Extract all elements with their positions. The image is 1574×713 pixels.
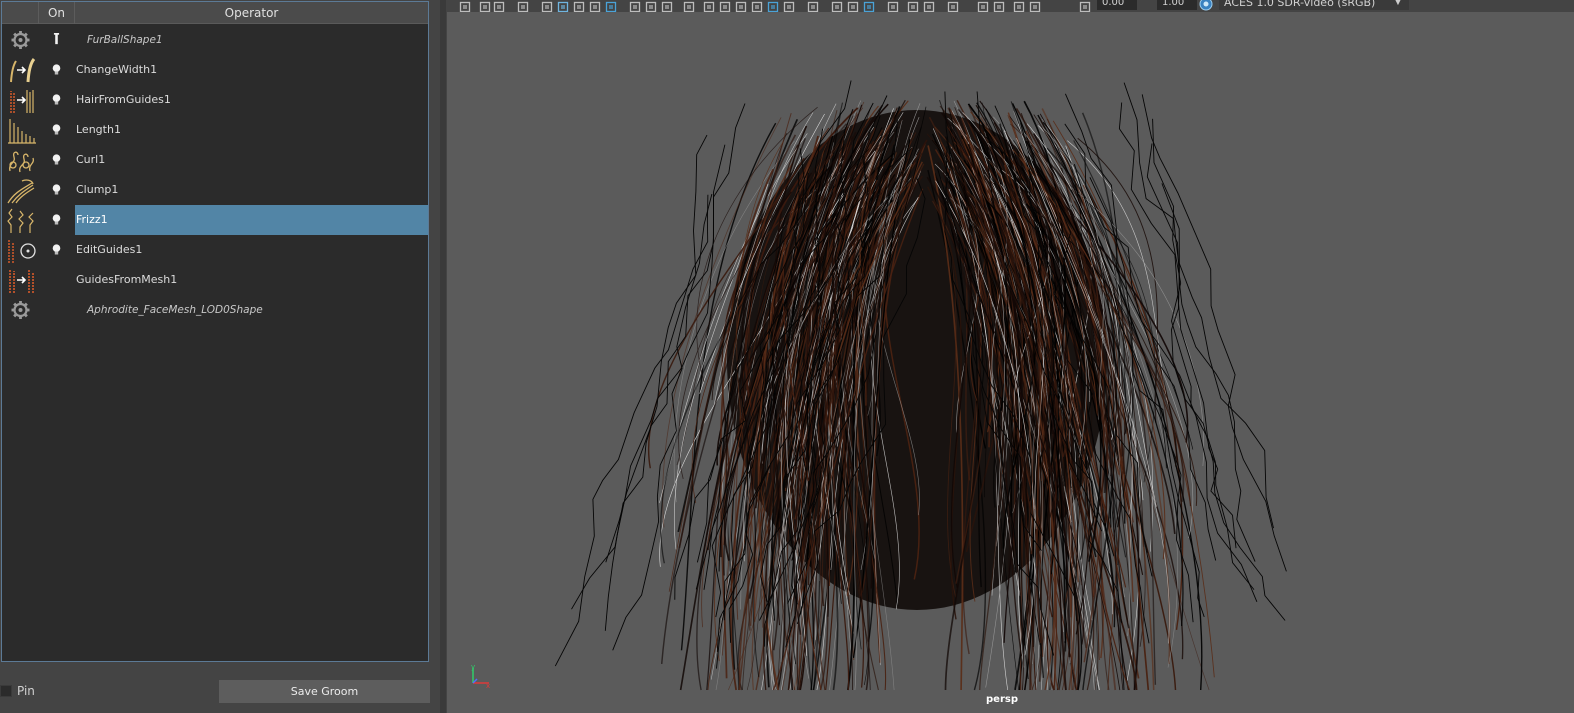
xray-icon[interactable] bbox=[807, 0, 819, 12]
pivot-icon[interactable] bbox=[589, 0, 601, 12]
snap-curve-icon[interactable] bbox=[573, 0, 585, 12]
curl-icon bbox=[2, 145, 39, 175]
chevron-down-icon[interactable]: ▼ bbox=[1389, 0, 1407, 10]
exposure-field[interactable]: 0.00 bbox=[1097, 0, 1137, 10]
gamma-icon[interactable] bbox=[1079, 0, 1091, 12]
operator-row[interactable]: Length1 bbox=[2, 115, 428, 145]
enabled-bulb-icon[interactable] bbox=[39, 175, 75, 205]
guides-from-mesh-icon bbox=[2, 265, 39, 295]
exposure-icon[interactable] bbox=[1029, 0, 1041, 12]
length-icon bbox=[2, 115, 39, 145]
lights-icon[interactable] bbox=[735, 0, 747, 12]
operator-label[interactable]: Aphrodite_FaceMesh_LOD0Shape bbox=[75, 295, 428, 325]
color-management-icon[interactable] bbox=[1199, 0, 1213, 11]
color-space-dropdown[interactable]: ACES 1.0 SDR-video (sRGB) bbox=[1219, 0, 1409, 10]
operator-label[interactable]: Length1 bbox=[75, 115, 428, 145]
operator-row[interactable]: EditGuides1 bbox=[2, 235, 428, 265]
pin-checkbox[interactable] bbox=[0, 685, 12, 697]
shadow-icon[interactable] bbox=[847, 0, 859, 12]
enabled-bulb-icon[interactable] bbox=[39, 205, 75, 235]
cube-shaded-icon[interactable] bbox=[767, 0, 779, 12]
axis-gizmo: y x bbox=[467, 663, 493, 693]
camera-icon[interactable] bbox=[459, 0, 471, 12]
gate-mask-icon[interactable] bbox=[993, 0, 1005, 12]
snap-icon[interactable] bbox=[557, 0, 569, 12]
aa-icon[interactable] bbox=[923, 0, 935, 12]
edit-guides-icon bbox=[2, 235, 39, 265]
hair-groom-render bbox=[554, 80, 1287, 691]
operator-list[interactable]: On Operator FurBallShape1 ChangeWidth1 Hai… bbox=[1, 1, 429, 662]
operator-label[interactable]: EditGuides1 bbox=[75, 235, 428, 265]
gamma-field[interactable]: 1.00 bbox=[1157, 0, 1197, 10]
isolate-icon[interactable] bbox=[887, 0, 899, 12]
operator-list-header: On Operator bbox=[2, 2, 428, 24]
save-groom-button[interactable]: Save Groom bbox=[219, 680, 430, 703]
enabled-bulb-icon[interactable] bbox=[39, 145, 75, 175]
operator-row[interactable]: Curl1 bbox=[2, 145, 428, 175]
viewport-toolbar: 0.00 1.00 ACES 1.0 SDR-video (sRGB) ▼ bbox=[447, 0, 1574, 12]
enabled-bulb-icon[interactable] bbox=[39, 235, 75, 265]
safe-area-icon[interactable] bbox=[661, 0, 673, 12]
operator-label[interactable]: FurBallShape1 bbox=[75, 25, 428, 55]
enabled-bulb-icon[interactable] bbox=[39, 85, 75, 115]
operator-row[interactable]: Frizz1 bbox=[2, 205, 428, 235]
operator-row[interactable]: ChangeWidth1 bbox=[2, 55, 428, 85]
operator-label[interactable]: GuidesFromMesh1 bbox=[75, 265, 428, 295]
resolution-icon[interactable] bbox=[1013, 0, 1025, 12]
hair-from-guides-icon bbox=[2, 85, 39, 115]
bookmark-icon[interactable] bbox=[493, 0, 505, 12]
layout-icon[interactable] bbox=[479, 0, 491, 12]
operator-label[interactable]: Frizz1 bbox=[75, 205, 428, 235]
gear-icon bbox=[2, 25, 39, 55]
on-cell[interactable] bbox=[39, 265, 75, 295]
hud-icon[interactable] bbox=[977, 0, 989, 12]
change-width-icon bbox=[2, 55, 39, 85]
xgen-operator-panel: On Operator FurBallShape1 ChangeWidth1 Hai… bbox=[0, 0, 440, 713]
on-cell[interactable] bbox=[39, 25, 75, 55]
viewport-3d[interactable]: 0.00 1.00 ACES 1.0 SDR-video (sRGB) ▼ y … bbox=[447, 0, 1574, 713]
header-icon-column bbox=[2, 2, 39, 24]
app-window: On Operator FurBallShape1 ChangeWidth1 Hai… bbox=[0, 0, 1574, 713]
header-operator[interactable]: Operator bbox=[75, 2, 428, 24]
grid-icon[interactable] bbox=[605, 0, 617, 12]
gear-icon bbox=[2, 295, 39, 325]
operator-label[interactable]: Clump1 bbox=[75, 175, 428, 205]
light-bulb-icon[interactable] bbox=[831, 0, 843, 12]
operator-row[interactable]: FurBallShape1 bbox=[2, 25, 428, 55]
operator-row[interactable]: Clump1 bbox=[2, 175, 428, 205]
occlusion-icon[interactable] bbox=[863, 0, 875, 12]
cube-icon[interactable] bbox=[751, 0, 763, 12]
dof-icon[interactable] bbox=[947, 0, 959, 12]
operator-label[interactable]: Curl1 bbox=[75, 145, 428, 175]
wireframe-icon[interactable] bbox=[683, 0, 695, 12]
cube-wire-icon[interactable] bbox=[783, 0, 795, 12]
operator-label[interactable]: ChangeWidth1 bbox=[75, 55, 428, 85]
svg-text:y: y bbox=[471, 663, 475, 671]
clump-icon bbox=[2, 175, 39, 205]
pin-label: Pin bbox=[17, 684, 35, 698]
shaded-icon[interactable] bbox=[703, 0, 715, 12]
on-cell[interactable] bbox=[39, 295, 75, 325]
operator-label[interactable]: HairFromGuides1 bbox=[75, 85, 428, 115]
operator-row[interactable]: Aphrodite_FaceMesh_LOD0Shape bbox=[2, 295, 428, 325]
panel-splitter[interactable] bbox=[440, 0, 446, 713]
film-gate-icon[interactable] bbox=[629, 0, 641, 12]
header-on[interactable]: On bbox=[39, 2, 75, 24]
operator-row[interactable]: HairFromGuides1 bbox=[2, 85, 428, 115]
enabled-bulb-icon[interactable] bbox=[39, 115, 75, 145]
resolution-gate-icon[interactable] bbox=[645, 0, 657, 12]
image-plane-icon[interactable] bbox=[517, 0, 529, 12]
enabled-bulb-icon[interactable] bbox=[39, 55, 75, 85]
textured-icon[interactable] bbox=[719, 0, 731, 12]
frizz-icon bbox=[2, 205, 39, 235]
transform-icon[interactable] bbox=[541, 0, 553, 12]
select-icon[interactable] bbox=[907, 0, 919, 12]
operator-row[interactable]: GuidesFromMesh1 bbox=[2, 265, 428, 295]
camera-label: persp bbox=[986, 694, 1018, 705]
svg-text:x: x bbox=[486, 682, 490, 689]
